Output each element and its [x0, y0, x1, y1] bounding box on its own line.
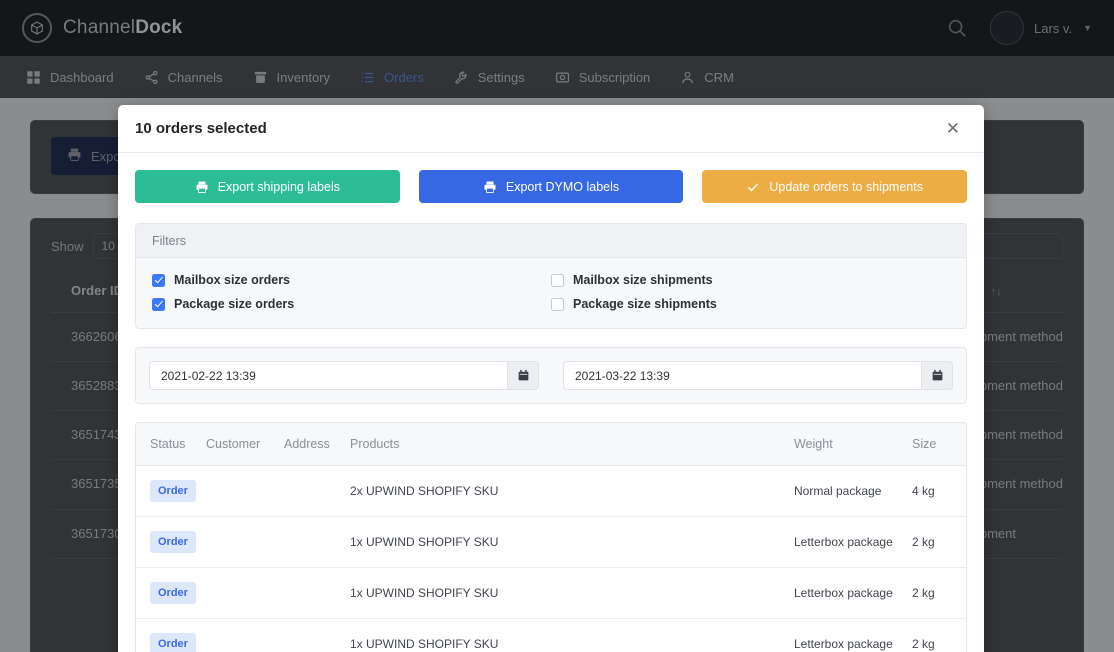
printer-icon [483, 180, 497, 194]
cell-weight: Letterbox package [794, 618, 912, 652]
cell-status: Order [136, 567, 206, 619]
cell-weight: Letterbox package [794, 516, 912, 568]
update-orders-to-shipments-button[interactable]: Update orders to shipments [702, 170, 968, 203]
date-to-group: 2021-03-22 13:39 [563, 361, 953, 390]
filters-card: Filters Mailbox size orders Mailbox size… [135, 223, 967, 329]
table-row[interactable]: Order 1x UPWIND SHOPIFY SKU Letterbox pa… [136, 618, 966, 652]
calendar-icon[interactable] [507, 361, 539, 390]
modal-orders-table-wrap: Status Customer Address Products Weight … [135, 422, 967, 652]
page-root: ChannelDock Lars v. ▼ Dashboard Channels… [0, 0, 1114, 652]
date-range-card: 2021-02-22 13:39 2021-03-22 13:39 [135, 347, 967, 404]
modal-table-head: Status Customer Address Products Weight … [136, 423, 966, 466]
table-row[interactable]: Order 1x UPWIND SHOPIFY SKU Letterbox pa… [136, 567, 966, 619]
filters-grid: Mailbox size orders Mailbox size shipmen… [152, 273, 950, 311]
status-badge: Order [150, 582, 196, 604]
column-header-size: Size [912, 423, 966, 466]
checkbox-box[interactable] [152, 297, 165, 311]
checkbox-label: Package size shipments [573, 297, 717, 311]
cell-weight: Letterbox package [794, 567, 912, 619]
checkbox-mailbox-size-shipments[interactable]: Mailbox size shipments [551, 273, 950, 287]
modal-table-body: Order 2x UPWIND SHOPIFY SKU Normal packa… [136, 465, 966, 652]
checkbox-package-size-orders[interactable]: Package size orders [152, 297, 551, 311]
date-to-input[interactable]: 2021-03-22 13:39 [563, 361, 921, 390]
cell-status: Order [136, 618, 206, 652]
column-header-products: Products [350, 423, 794, 466]
checkbox-box[interactable] [152, 273, 165, 287]
cell-size: 4 kg [912, 465, 966, 517]
checkbox-box[interactable] [551, 297, 564, 311]
cell-status: Order [136, 516, 206, 568]
cell-products: 1x UPWIND SHOPIFY SKU [350, 516, 794, 568]
modal-orders-table: Status Customer Address Products Weight … [136, 423, 966, 652]
cell-address [284, 618, 350, 652]
status-badge: Order [150, 531, 196, 553]
table-row[interactable]: Order 1x UPWIND SHOPIFY SKU Letterbox pa… [136, 516, 966, 568]
cell-size: 2 kg [912, 516, 966, 568]
column-header-weight: Weight [794, 423, 912, 466]
modal-header: 10 orders selected ✕ [118, 105, 984, 153]
modal-table-header-row: Status Customer Address Products Weight … [136, 423, 966, 466]
modal-title: 10 orders selected [135, 120, 267, 137]
date-from-group: 2021-02-22 13:39 [149, 361, 539, 390]
cell-status: Order [136, 465, 206, 517]
cell-products: 2x UPWIND SHOPIFY SKU [350, 465, 794, 517]
cell-customer [206, 567, 284, 619]
checkbox-label: Mailbox size orders [174, 273, 291, 287]
cell-customer [206, 465, 284, 517]
date-from-input[interactable]: 2021-02-22 13:39 [149, 361, 507, 390]
export-shipping-labels-button[interactable]: Export shipping labels [135, 170, 400, 203]
cell-size: 2 kg [912, 618, 966, 652]
calendar-icon[interactable] [921, 361, 953, 390]
button-label: Export shipping labels [217, 179, 340, 194]
column-header-customer: Customer [206, 423, 284, 466]
checkbox-mailbox-size-orders[interactable]: Mailbox size orders [152, 273, 551, 287]
table-row[interactable]: Order 2x UPWIND SHOPIFY SKU Normal packa… [136, 465, 966, 517]
modal-body: Export shipping labels Export DYMO label… [118, 153, 984, 652]
export-dymo-labels-button[interactable]: Export DYMO labels [418, 170, 684, 203]
filters-body: Mailbox size orders Mailbox size shipmen… [136, 258, 966, 328]
cell-customer [206, 618, 284, 652]
modal-action-buttons: Export shipping labels Export DYMO label… [135, 170, 968, 203]
button-label: Export DYMO labels [505, 179, 620, 194]
cell-size: 2 kg [912, 567, 966, 619]
cell-products: 1x UPWIND SHOPIFY SKU [350, 567, 794, 619]
cell-products: 1x UPWIND SHOPIFY SKU [350, 618, 794, 652]
close-icon[interactable]: ✕ [942, 118, 964, 139]
cell-address [284, 516, 350, 568]
cell-weight: Normal package [794, 465, 912, 517]
checkbox-box[interactable] [551, 273, 564, 287]
status-badge: Order [150, 633, 196, 652]
printer-icon [195, 180, 209, 194]
check-icon [746, 180, 760, 194]
column-header-address: Address [284, 423, 350, 466]
cell-address [284, 567, 350, 619]
checkbox-label: Mailbox size shipments [573, 273, 713, 287]
checkbox-package-size-shipments[interactable]: Package size shipments [551, 297, 950, 311]
filters-title: Filters [136, 224, 966, 258]
column-header-status: Status [136, 423, 206, 466]
cell-address [284, 465, 350, 517]
status-badge: Order [150, 480, 196, 502]
checkbox-label: Package size orders [174, 297, 295, 311]
button-label: Update orders to shipments [769, 179, 923, 194]
bulk-orders-modal: 10 orders selected ✕ Export shipping lab… [118, 105, 984, 652]
cell-customer [206, 516, 284, 568]
